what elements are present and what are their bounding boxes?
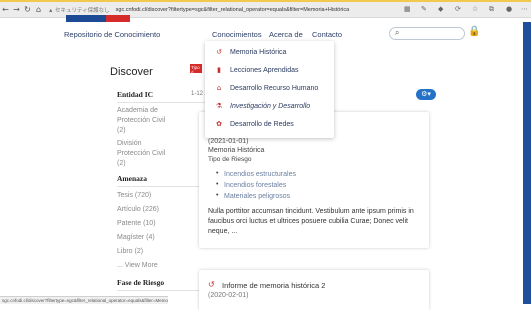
favorite-star-icon[interactable]: ☆ bbox=[472, 5, 478, 13]
institution-icon: ⌂ bbox=[216, 84, 222, 92]
facet-item[interactable]: (2) bbox=[117, 159, 126, 169]
facet-heading-fase: Fase de Riesgo bbox=[117, 278, 165, 287]
nav-contacto[interactable]: Contacto bbox=[312, 30, 342, 39]
book-icon: ▮ bbox=[217, 66, 221, 74]
profile-icon[interactable]: ● bbox=[506, 5, 512, 13]
reload-icon[interactable]: ↻ bbox=[22, 5, 33, 14]
nav-acerca[interactable]: Acerca de bbox=[269, 30, 303, 39]
card-date: (2020-02-01) bbox=[208, 292, 249, 299]
menu-item-memoria[interactable]: ↺ Memoria Histórica bbox=[205, 45, 334, 59]
facet-item[interactable]: Artículo (226) bbox=[117, 205, 159, 215]
card-date: (2021-01-01) bbox=[208, 138, 249, 145]
security-warning[interactable]: ▲ セキュリティ保護なし bbox=[48, 6, 110, 14]
extension-icon[interactable]: ✎ bbox=[421, 5, 427, 13]
facet-item[interactable]: (2) bbox=[117, 126, 126, 136]
facet-item[interactable]: División bbox=[117, 139, 142, 149]
brand-logo-red bbox=[106, 15, 130, 22]
forward-arrow-icon[interactable]: → bbox=[11, 5, 22, 14]
status-bar-url: sgc.cnfodi.cl/discover?filtertype=sgc&fi… bbox=[0, 296, 168, 304]
brand-logo-blue bbox=[66, 15, 106, 22]
collections-icon[interactable]: ⧉ bbox=[489, 5, 494, 14]
facet-heading-entidad: Entidad IC bbox=[117, 90, 154, 99]
bullet-dot: • bbox=[216, 170, 219, 177]
conocimientos-dropdown: ↺ Memoria Histórica ▮ Lecciones Aprendid… bbox=[205, 41, 334, 138]
facet-item[interactable]: Protección Civil bbox=[117, 116, 165, 126]
nav-conocimientos[interactable]: Conocimientos bbox=[212, 30, 262, 39]
facet-item[interactable]: Libro (2) bbox=[117, 247, 143, 257]
bullet-item[interactable]: Incendios forestales bbox=[224, 181, 286, 191]
network-icon: ✿ bbox=[216, 120, 222, 128]
settings-button[interactable]: ⚙▾ bbox=[416, 89, 436, 100]
extension-icon[interactable]: ▦ bbox=[404, 5, 411, 13]
menu-dots-icon[interactable]: ⋯ bbox=[521, 5, 528, 13]
facet-item[interactable]: Academia de bbox=[117, 106, 158, 116]
facet-item[interactable]: Tesis (720) bbox=[117, 191, 151, 201]
lock-icon[interactable]: 🔒 bbox=[468, 26, 480, 37]
microscope-icon: ⚗ bbox=[215, 102, 223, 110]
bullet-item[interactable]: Incendios estructurales bbox=[224, 170, 296, 180]
home-icon[interactable]: ⌂ bbox=[33, 5, 44, 14]
card-abstract: Nulla porttitor accumsan tincidunt. Vest… bbox=[208, 208, 414, 235]
menu-item-label: Investigación y Desarrollo bbox=[230, 102, 311, 110]
search-icon: ⌕ bbox=[395, 28, 400, 37]
nav-repositorio[interactable]: Repositorio de Conocimiento bbox=[64, 30, 160, 39]
extension-icon[interactable]: ⟳ bbox=[455, 5, 461, 13]
card-type: Memoria Histórica bbox=[208, 147, 265, 154]
menu-item-label: Desarrollo Recurso Humano bbox=[230, 84, 319, 92]
bullet-dot: • bbox=[216, 192, 219, 199]
menu-item-redes[interactable]: ✿ Desarrollo de Redes bbox=[205, 117, 334, 131]
page-title: Discover bbox=[110, 66, 153, 78]
menu-item-recurso-humano[interactable]: ⌂ Desarrollo Recurso Humano bbox=[205, 81, 334, 95]
extension-icon[interactable]: ◆ bbox=[438, 5, 443, 13]
facet-heading-amenaza: Amenaza bbox=[117, 174, 147, 183]
menu-item-investigacion[interactable]: ⚗ Investigación y Desarrollo bbox=[205, 99, 334, 113]
search-input[interactable]: ⌕ bbox=[389, 27, 465, 40]
address-bar[interactable]: sgc.cnfodi.cl/discover?filtertype=sgc&fi… bbox=[116, 7, 350, 13]
menu-item-label: Lecciones Aprendidas bbox=[230, 66, 299, 74]
back-arrow-icon[interactable]: ← bbox=[0, 5, 11, 14]
bullet-item[interactable]: Materiales peligrosos bbox=[224, 192, 290, 202]
card-riesgo: Tipo de Riesgo bbox=[208, 156, 252, 163]
filter-tag[interactable]: Tipo d bbox=[190, 64, 202, 73]
card-title[interactable]: Informe de memoria histórica 2 bbox=[222, 281, 325, 290]
result-card[interactable] bbox=[199, 270, 429, 310]
facet-item[interactable]: Protección Civil bbox=[117, 149, 165, 159]
menu-item-label: Desarrollo de Redes bbox=[230, 120, 294, 128]
history-icon: ↺ bbox=[216, 48, 222, 56]
menu-item-label: Memoria Histórica bbox=[230, 48, 287, 56]
view-more-link[interactable]: ... View More bbox=[117, 261, 158, 271]
facet-item[interactable]: Magíster (4) bbox=[117, 233, 155, 243]
edge-panel bbox=[523, 22, 531, 304]
history-icon: ↺ bbox=[208, 280, 215, 289]
facet-item[interactable]: Patente (10) bbox=[117, 219, 156, 229]
menu-item-lecciones[interactable]: ▮ Lecciones Aprendidas bbox=[205, 63, 334, 77]
bullet-dot: • bbox=[216, 181, 219, 188]
gear-icon: ⚙▾ bbox=[421, 90, 431, 98]
